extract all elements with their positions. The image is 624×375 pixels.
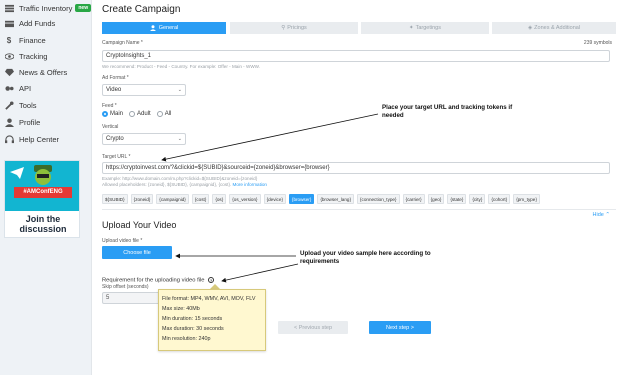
promo-banner[interactable]: #AMConfENG Join the discussion <box>4 160 80 238</box>
sidebar-item-label: Finance <box>19 35 46 45</box>
sidebar-item-label: Traffic Inventory <box>19 3 73 13</box>
wrench-icon <box>4 100 14 110</box>
sidebar-item-label: Tracking <box>19 51 48 61</box>
diamond-icon <box>4 67 14 77</box>
paper-plane-icon <box>10 167 24 179</box>
dollar-icon: $ <box>6 35 12 45</box>
url-arrow <box>161 113 379 162</box>
sidebar-item-news-offers[interactable]: News & Offers <box>0 64 92 80</box>
headset-icon <box>4 134 14 144</box>
user-icon <box>4 117 14 127</box>
sidebar-item-add-funds[interactable]: Add Funds <box>0 15 92 31</box>
sidebar-item-finance[interactable]: $ Finance <box>0 32 92 48</box>
mascot-icon <box>34 165 52 185</box>
sidebar-item-label: Add Funds <box>19 18 56 28</box>
card-icon <box>4 18 14 28</box>
sidebar-item-label: Profile <box>19 117 41 127</box>
eye-icon <box>4 51 14 61</box>
sidebar-item-label: API <box>19 83 32 93</box>
promo-text: Join the discussion <box>19 214 67 234</box>
code-icon <box>4 83 14 93</box>
sidebar-item-api[interactable]: API <box>0 80 92 96</box>
sidebar-item-tools[interactable]: Tools <box>0 97 92 113</box>
new-badge: new <box>75 4 92 12</box>
requirements-arrow <box>221 263 299 283</box>
sidebar-item-label: Tools <box>19 100 37 110</box>
sidebar: Traffic Inventory new Add Funds $ Financ… <box>0 0 92 375</box>
promo-hashtag: #AMConfENG <box>14 187 72 198</box>
sidebar-item-traffic-inventory[interactable]: Traffic Inventory new <box>0 0 92 16</box>
sidebar-item-profile[interactable]: Profile <box>0 114 92 130</box>
sidebar-item-label: Help Center <box>19 134 60 144</box>
main-content: Create Campaign General ⚲ Pricings ✦ Tar… <box>102 0 616 375</box>
sidebar-item-label: News & Offers <box>19 67 68 77</box>
sidebar-item-help-center[interactable]: Help Center <box>0 131 92 147</box>
sidebar-item-tracking[interactable]: Tracking <box>0 48 92 64</box>
grid-icon <box>4 3 14 13</box>
annotation-arrows <box>161 113 379 283</box>
